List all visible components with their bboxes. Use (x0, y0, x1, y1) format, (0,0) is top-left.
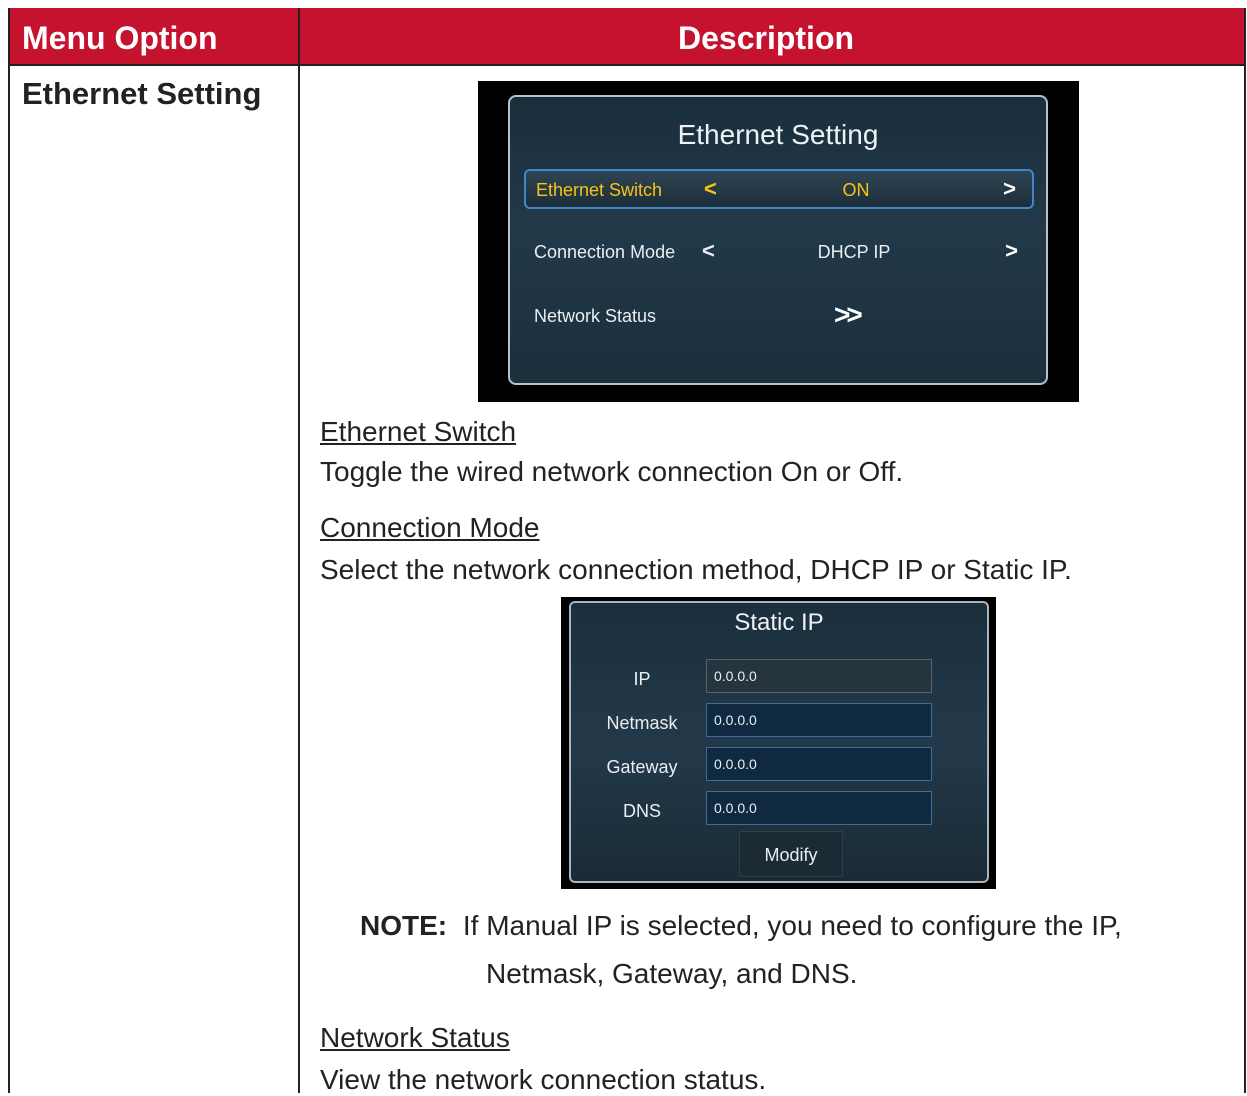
netmask-label: Netmask (606, 713, 678, 733)
ethernet-setting-screenshot: Ethernet Setting Ethernet Switch < ON > … (478, 81, 1079, 402)
netmask-field[interactable]: 0.0.0.0 (706, 703, 932, 737)
menu-table: Menu Option Description Ethernet Setting… (8, 8, 1246, 1095)
column-divider (298, 8, 300, 1093)
gateway-label: Gateway (606, 757, 678, 777)
network-status-label: Network Status (534, 306, 657, 326)
connection-mode-row[interactable]: Connection Mode < DHCP IP > (524, 233, 1034, 273)
connection-mode-value: DHCP IP (817, 242, 891, 262)
modify-button[interactable]: Modify (739, 831, 843, 877)
dns-field[interactable]: 0.0.0.0 (706, 791, 932, 825)
menu-option-header: Menu Option (22, 20, 218, 56)
network-status-heading: Network Status (320, 1022, 510, 1053)
row-label-ethernet-setting: Ethernet Setting (22, 76, 262, 111)
chevron-right-icon[interactable]: > (1005, 238, 1018, 264)
connection-mode-desc: Select the network connection method, DH… (320, 554, 1072, 585)
connection-mode-heading: Connection Mode (320, 512, 540, 543)
ethernet-switch-desc: Toggle the wired network connection On o… (320, 456, 904, 487)
ethernet-switch-row[interactable]: Ethernet Switch < ON > (524, 169, 1034, 209)
ethernet-setting-title: Ethernet Setting (677, 119, 879, 150)
network-status-row[interactable]: Network Status >> (524, 297, 1034, 337)
ip-field[interactable]: 0.0.0.0 (706, 659, 932, 693)
chevron-left-icon[interactable]: < (702, 238, 715, 264)
static-ip-screenshot: Static IP IP 0.0.0.0 Netmask 0.0.0.0 Gat… (561, 597, 996, 889)
dns-label: DNS (622, 801, 661, 821)
ethernet-switch-label: Ethernet Switch (536, 180, 663, 200)
ethernet-switch-heading: Ethernet Switch (320, 416, 517, 447)
static-ip-panel: Static IP IP 0.0.0.0 Netmask 0.0.0.0 Gat… (569, 601, 989, 883)
chevron-left-icon[interactable]: < (704, 176, 717, 202)
note-line-1: NOTE: If Manual IP is selected, you need… (360, 910, 1122, 942)
network-status-desc: View the network connection status. (320, 1064, 767, 1095)
static-ip-title: Static IP (734, 609, 824, 636)
note-line-2: Netmask, Gateway, and DNS. (486, 958, 858, 989)
double-chevron-right-icon[interactable]: >> (834, 299, 863, 331)
note-label: NOTE: (360, 910, 448, 941)
table-header: Menu Option Description (10, 8, 1244, 66)
ethernet-setting-panel: Ethernet Setting Ethernet Switch < ON > … (508, 95, 1048, 385)
connection-mode-label: Connection Mode (534, 242, 676, 262)
ethernet-switch-value: ON (842, 180, 870, 200)
gateway-field[interactable]: 0.0.0.0 (706, 747, 932, 781)
note-text-1: If Manual IP is selected, you need to co… (462, 910, 1122, 941)
ip-label: IP (633, 669, 651, 689)
description-header: Description (678, 20, 855, 56)
chevron-right-icon[interactable]: > (1003, 176, 1016, 202)
